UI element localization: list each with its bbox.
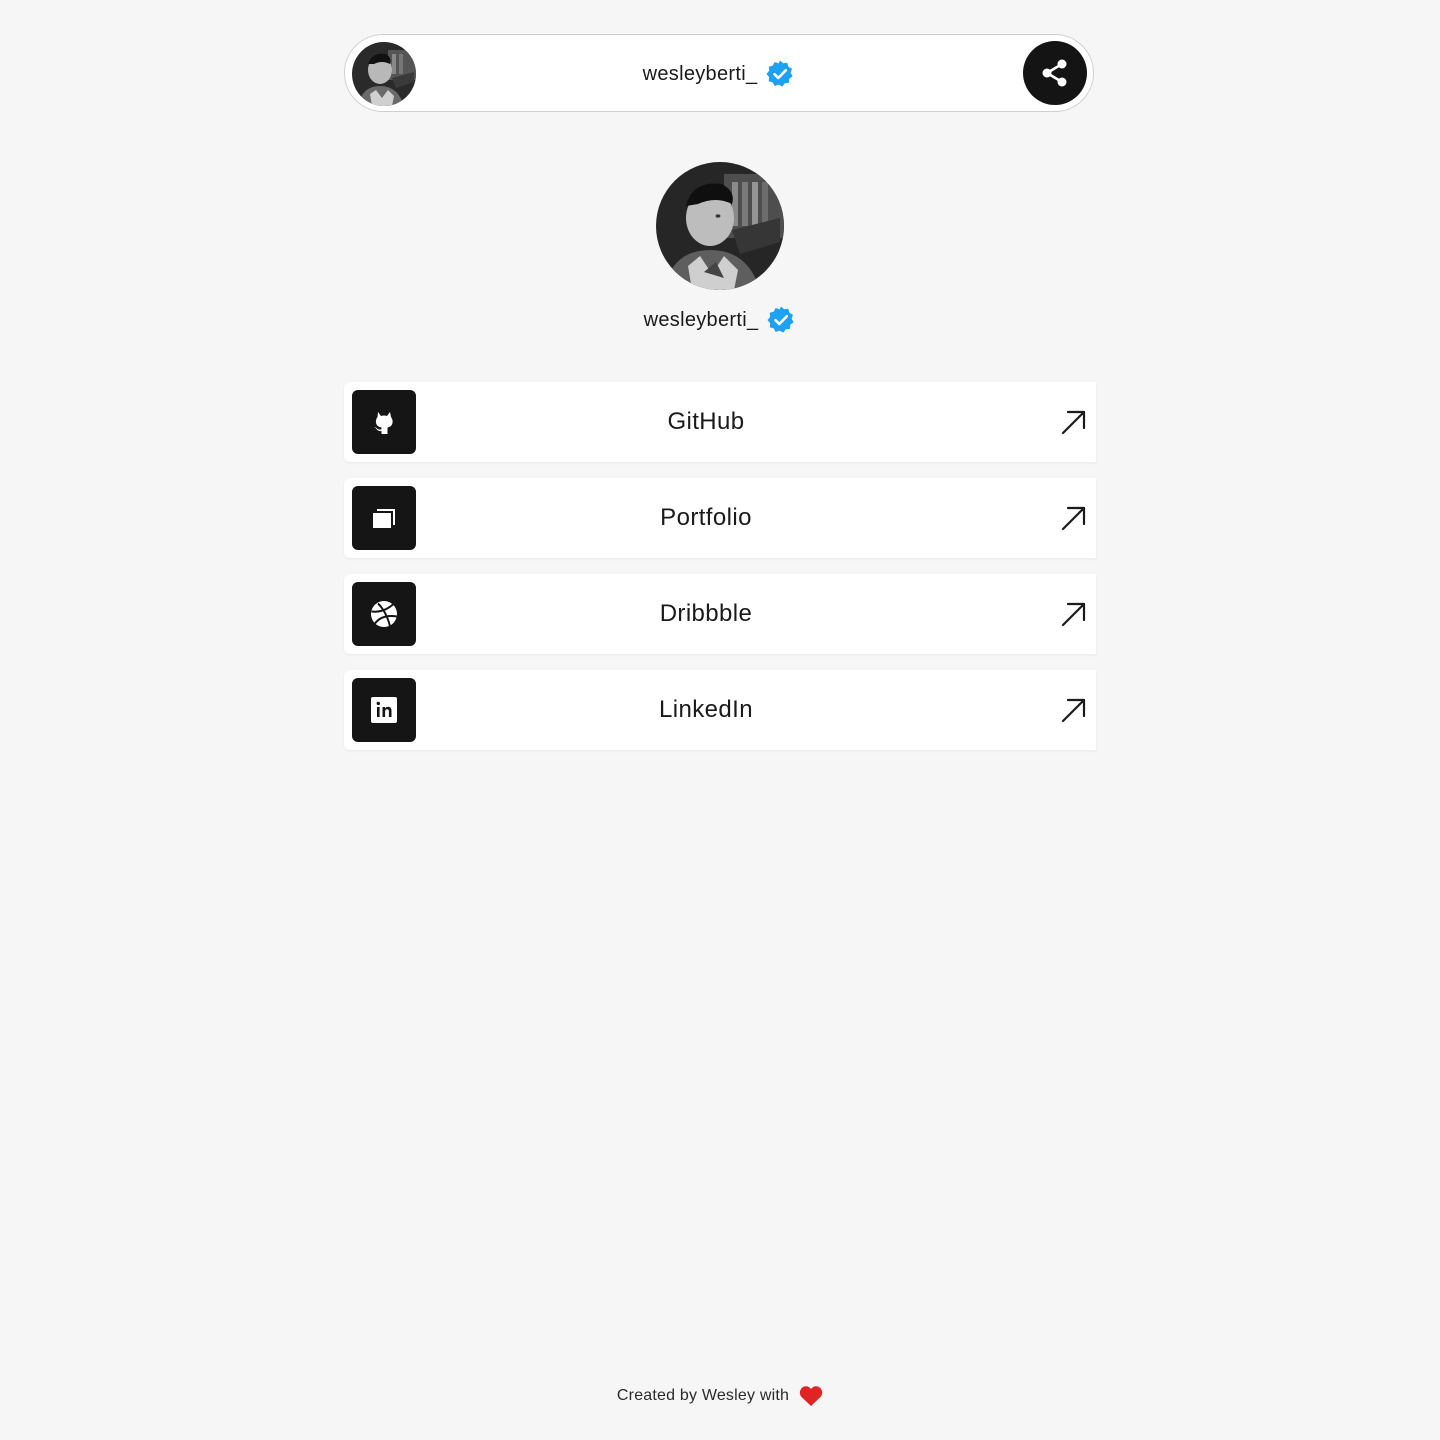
link-label: GitHub — [667, 408, 745, 435]
link-list: GitHub Portfolio Dribbble LinkedIn — [344, 382, 1096, 766]
verified-badge-icon — [767, 306, 794, 333]
profile-username-row: wesleyberti_ — [0, 305, 1440, 335]
share-button[interactable] — [1023, 41, 1087, 105]
link-label: Portfolio — [660, 504, 752, 531]
footer-text: Created by Wesley with — [616, 1387, 790, 1404]
link-label: Dribbble — [659, 600, 753, 627]
footer: Created by Wesley with — [0, 1384, 1440, 1408]
profile-photo-icon — [656, 162, 784, 290]
profile-avatar — [656, 162, 784, 290]
header-username: wesleyberti_ — [642, 63, 758, 85]
link-dribbble[interactable]: Dribbble — [344, 574, 1096, 654]
external-arrow-icon — [1061, 506, 1086, 531]
external-arrow-icon — [1061, 410, 1086, 435]
share-icon — [1042, 59, 1067, 87]
link-github[interactable]: GitHub — [344, 382, 1096, 462]
verified-badge-icon — [766, 60, 793, 87]
link-portfolio[interactable]: Portfolio — [344, 478, 1096, 558]
top-profile-bar: wesleyberti_ — [344, 34, 1094, 112]
link-label: LinkedIn — [659, 696, 753, 723]
external-arrow-icon — [1061, 698, 1086, 723]
header-username-row: wesleyberti_ — [345, 59, 1093, 89]
profile-username: wesleyberti_ — [643, 309, 759, 331]
heart-icon — [799, 1386, 823, 1406]
link-linkedin[interactable]: LinkedIn — [344, 670, 1096, 750]
external-arrow-icon — [1061, 602, 1086, 627]
